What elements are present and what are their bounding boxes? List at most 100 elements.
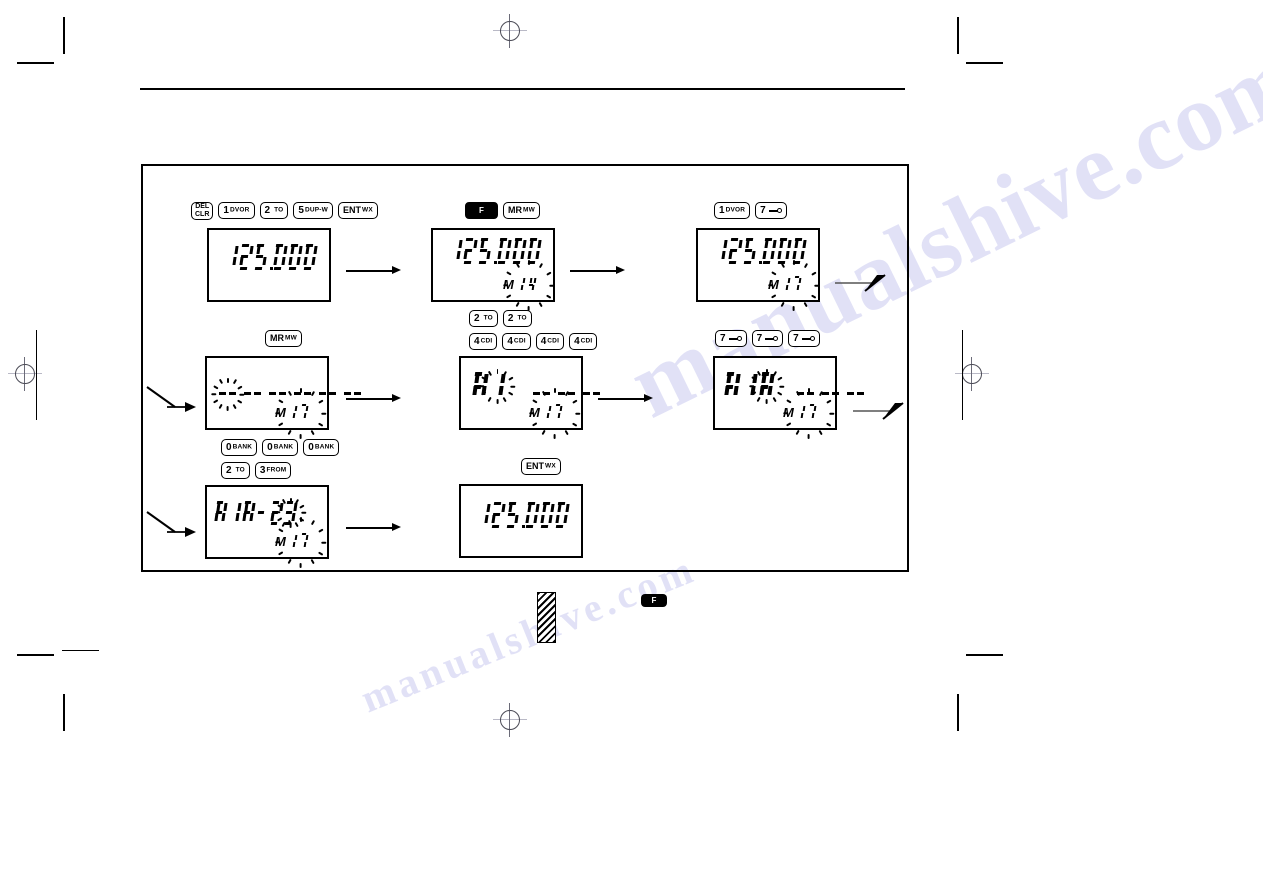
seven-segment-digit [303,244,318,270]
arrow-wrap-row2-left [141,381,201,426]
seven-segment-digit [792,238,807,264]
key-2-to-c[interactable]: 2 TO [221,462,250,479]
seven-segment-digit [242,501,256,525]
seven-segment-digit [540,502,555,528]
lcd-step7-main [214,497,307,529]
key-1-dvor-2[interactable]: 1 DVOR [714,202,751,219]
key-0-bank-a[interactable]: 0 BANK [221,439,258,456]
key-ent-wx[interactable]: ENT WX [338,202,378,219]
seven-segment-digit [512,238,527,264]
seven-segment-digit [555,502,570,528]
lcd-step1 [207,228,331,302]
arrow-step5-to-step6 [598,394,654,404]
key-3-from[interactable]: 3 FROM [254,462,292,479]
crop-mark-bl-v [63,694,65,731]
seven-segment-digit [525,502,540,528]
seven-segment-digit [527,238,542,264]
memory-prefix-label: M [503,277,514,292]
seven-segment-digit [472,372,488,401]
key-2-to-a[interactable]: 2 TO [469,310,498,327]
key-7-lock-c[interactable]: 7 [788,330,820,347]
key-ent-wx-2[interactable]: ENT WX [521,458,561,475]
key-4-cdi-c[interactable]: 4 CDI [535,333,565,350]
seven-segment-digit [762,238,777,264]
lcd-step8 [459,484,583,558]
lcd-step3-main [714,238,808,264]
lcd-step6-screen: M [715,358,864,439]
key-0-bank-b[interactable]: 0 BANK [262,439,299,456]
key-5-dup-w[interactable]: 5 DUP-W [293,202,334,219]
lcd-step8-screen [461,486,581,556]
key-mr-mw-2[interactable]: MR MW [265,330,302,347]
seven-segment-digit [491,502,506,528]
registration-mark-right [955,357,989,391]
crop-mark-tl-v [63,17,65,54]
seven-segment-digit [270,501,284,525]
decimal-point [522,502,526,528]
arrow-step4-to-step5 [346,394,402,404]
decimal-point [759,238,763,264]
crop-mark-tl-h [17,62,54,64]
footer-f-badge-label: F [651,596,657,605]
seven-segment-digit [214,501,228,525]
key-0-bank-c[interactable]: 0 BANK [303,439,340,456]
seven-segment-digit [257,501,269,525]
key-4-cdi-b[interactable]: 4 CDI [502,333,531,350]
lcd-step4-screen: M [207,358,361,439]
lcd-dash-pair [319,388,337,400]
lcd-step5: M [459,356,600,439]
key-7-lock[interactable]: 7 [755,202,787,219]
tick-left-upper [62,650,99,652]
lcd-step3-screen: M [698,230,820,311]
memory-prefix-label: M [768,277,779,292]
key-7-lock-b[interactable]: 7 [751,330,784,347]
lcd-dash-pair [269,388,287,400]
lcd-dash-pair [558,388,576,400]
lcd-step2: M [431,228,555,311]
memory-prefix-label: M [783,405,794,420]
lcd-step6-memory: M [783,387,835,439]
footer-f-badge[interactable]: F [641,594,667,607]
blink-indicator [209,375,247,413]
step2-key-row: F MR MW [465,202,540,219]
arrow-step1-to-step2 [346,266,402,276]
key-icon-b [765,335,779,342]
wrap-arrow-svg-2 [853,402,904,420]
seven-segment-digit [273,244,288,270]
key-4-cdi-d[interactable]: 4 CDI [569,333,598,350]
seven-segment-digit [254,244,268,270]
registration-mark-top [493,14,527,48]
key-mr-mw[interactable]: MR MW [503,202,540,219]
step7-key-row1: 0 BANK 0 BANK 0 BANK [221,439,340,456]
arrow-wrap-row3-left [141,506,201,551]
crop-mark-br-h [966,654,1003,656]
key-f-function[interactable]: F [465,202,498,219]
step6-key-row: 7 7 7 [715,330,820,347]
key-7-lock-a[interactable]: 7 [715,330,747,347]
decimal-point [494,238,498,264]
seven-segment-digit [229,501,242,525]
lcd-step3: M [696,228,820,311]
seven-segment-digit [724,372,740,401]
seven-segment-digit [478,238,492,264]
wrap-arrow-left-svg [146,386,196,412]
seven-segment-digit [748,368,785,405]
seven-segment-digit [239,244,254,270]
memory-channel-number [543,404,565,422]
step7-key-row2: 2 TO 3 FROM [221,462,292,479]
lcd-step4: M [205,356,361,439]
key-del-clr[interactable]: DEL CLR [191,202,214,220]
wrap-arrow-left-svg-2 [146,511,196,537]
memory-prefix-label: M [275,405,286,420]
crop-mark-tr-edge-h [966,62,1003,64]
key-4-cdi-a[interactable]: 4 CDI [469,333,498,350]
lcd-step3-memory: M [768,259,820,311]
memory-channel-number [797,404,819,422]
memory-channel-number [517,276,539,294]
key-1-dvor[interactable]: 1 DVOR [218,202,255,219]
memory-channel-number [289,404,311,422]
key-2-to-b[interactable]: 2 TO [502,310,532,327]
seven-segment-digit [714,238,728,264]
key-icon-c [801,335,815,342]
key-2-to[interactable]: 2 TO [259,202,289,219]
